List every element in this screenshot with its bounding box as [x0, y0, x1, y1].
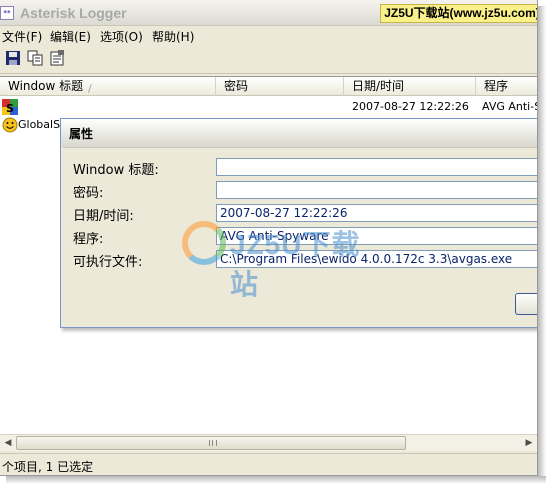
copy-button[interactable]	[27, 50, 45, 68]
row-datetime: 2007-08-27 12:22:26	[352, 100, 469, 113]
save-icon	[6, 51, 20, 65]
window-title-label: Window 标题:	[73, 163, 159, 178]
scroll-left-icon[interactable]: ◀	[1, 436, 15, 450]
list-header: Window 标题 / 密码 日期/时间 程序	[0, 77, 537, 96]
svg-text:S: S	[6, 102, 14, 115]
properties-button[interactable]	[49, 50, 67, 68]
menu-file[interactable]: 文件(F)	[2, 28, 42, 45]
properties-icon	[50, 50, 64, 66]
executable-label: 可执行文件:	[73, 255, 143, 270]
status-text: 个项目, 1 已选定	[2, 460, 94, 474]
watermark-logo-text: JZ5U下载站	[230, 229, 361, 300]
scroll-thumb[interactable]	[16, 436, 406, 450]
watermark-logo: JZ5U下载站	[180, 215, 370, 300]
menu-bar: 文件(F) 编辑(E) 选项(O) 帮助(H)	[0, 27, 537, 45]
horizontal-scrollbar[interactable]: ◀ ▶	[0, 434, 537, 451]
datetime-label: 日期/时间:	[73, 209, 134, 224]
toolbar	[0, 46, 537, 74]
column-header-datetime[interactable]: 日期/时间	[344, 77, 476, 96]
title-bar[interactable]: ** Asterisk Logger JZ5U下载站(www.jz5u.com)	[0, 0, 537, 26]
window-shadow-bottom	[6, 476, 546, 484]
dialog-title: 属性	[69, 127, 94, 141]
password-label: 密码:	[73, 186, 104, 201]
password-field[interactable]	[216, 181, 537, 199]
app-icon: **	[0, 6, 14, 20]
table-row[interactable]: S 2007-08-27 12:22:26 AVG Anti-Sp	[0, 97, 537, 117]
save-button[interactable]	[5, 50, 23, 68]
window-shadow-right	[538, 6, 546, 480]
menu-edit[interactable]: 编辑(E)	[50, 28, 91, 45]
column-header-program[interactable]: 程序	[476, 77, 537, 96]
ok-button[interactable]	[515, 293, 537, 315]
window-title: Asterisk Logger	[20, 5, 127, 21]
column-header-window-title[interactable]: Window 标题 /	[0, 77, 216, 96]
row-program: AVG Anti-Sp	[482, 100, 537, 113]
status-bar: 个项目, 1 已选定	[0, 453, 537, 475]
scroll-right-icon[interactable]: ▶	[522, 436, 536, 450]
avg-icon: S	[2, 99, 18, 115]
window-title-field[interactable]	[216, 158, 537, 176]
menu-options[interactable]: 选项(O)	[100, 28, 143, 45]
sort-indicator-icon: /	[88, 82, 92, 95]
smiley-icon	[2, 117, 18, 133]
main-window: ** Asterisk Logger JZ5U下载站(www.jz5u.com)…	[0, 0, 538, 476]
column-header-password[interactable]: 密码	[216, 77, 344, 96]
dialog-title-bar[interactable]: 属性	[61, 119, 537, 147]
copy-icon	[27, 50, 43, 66]
program-label: 程序:	[73, 232, 104, 247]
grip-icon	[209, 440, 217, 446]
watermark-badge: JZ5U下载站(www.jz5u.com)	[380, 4, 537, 23]
menu-help[interactable]: 帮助(H)	[152, 28, 194, 45]
watermark-logo-icon	[182, 221, 226, 265]
